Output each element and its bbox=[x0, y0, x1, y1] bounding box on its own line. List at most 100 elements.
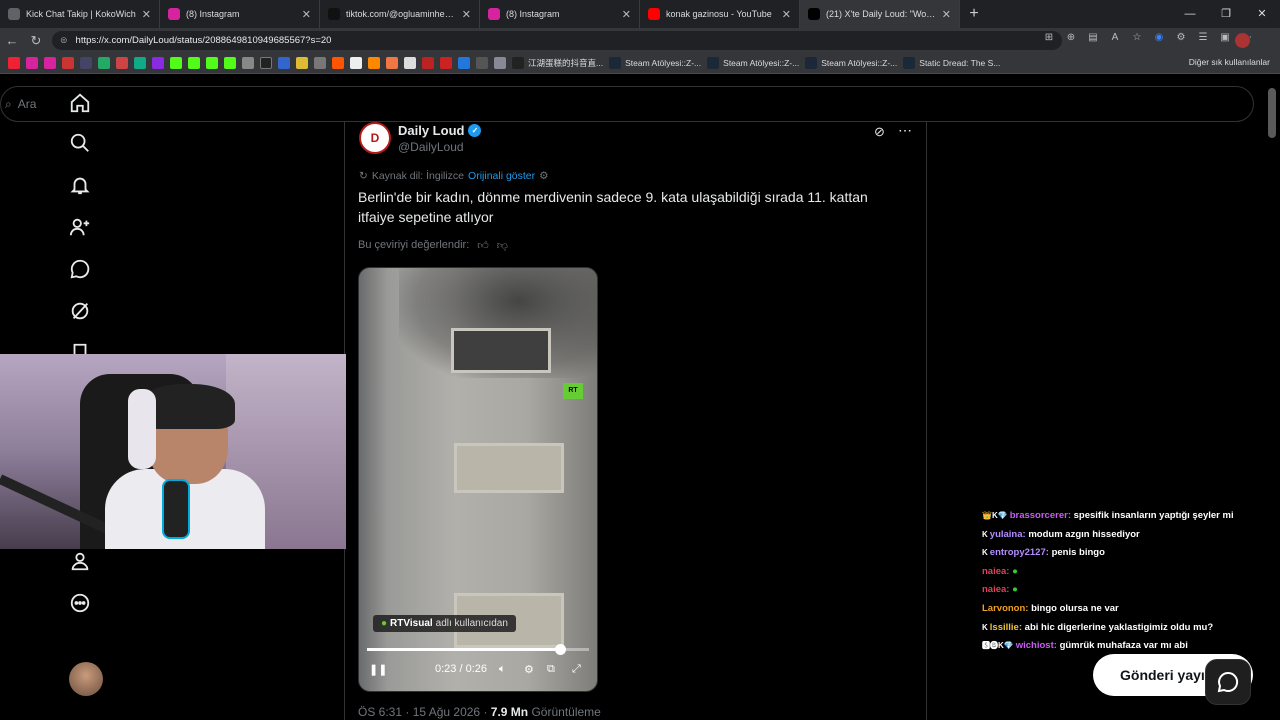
browser-tab[interactable]: Kick Chat Takip | KokoWich ✕ bbox=[0, 0, 160, 28]
microsoft-icon[interactable] bbox=[98, 57, 110, 69]
grok-icon[interactable] bbox=[68, 300, 92, 324]
video-player[interactable]: RT ● RTVisual adlı kullanıcıdan ❚❚ 0:23 … bbox=[358, 267, 598, 692]
search-input[interactable]: ⌕ Ara bbox=[0, 86, 1254, 122]
other-bookmarks[interactable]: Diğer sık kullanılanlar bbox=[1189, 57, 1270, 67]
youtube-icon[interactable] bbox=[62, 57, 74, 69]
bookmark-icon[interactable] bbox=[404, 57, 416, 69]
zoom-icon[interactable]: ⊕ bbox=[1064, 32, 1078, 48]
account-avatar[interactable] bbox=[69, 662, 103, 696]
site-info-icon[interactable]: ⊜ bbox=[60, 35, 68, 46]
close-tab-icon[interactable]: ✕ bbox=[302, 8, 311, 21]
settings-icon[interactable]: ⚙ bbox=[524, 663, 534, 676]
close-window-icon[interactable]: ✕ bbox=[1244, 0, 1280, 28]
headphones bbox=[128, 389, 156, 469]
reload-icon[interactable]: ↻ bbox=[24, 33, 48, 49]
pip-icon[interactable]: ⧉ bbox=[547, 663, 555, 676]
youtube-icon[interactable] bbox=[8, 57, 20, 69]
close-tab-icon[interactable]: ✕ bbox=[942, 8, 951, 21]
profile-icon[interactable] bbox=[68, 550, 92, 574]
more-options-icon[interactable]: ⋯ bbox=[898, 122, 912, 139]
bookmark-icon[interactable] bbox=[296, 57, 308, 69]
explore-icon[interactable] bbox=[68, 132, 92, 156]
bookmark-icon[interactable] bbox=[350, 57, 362, 69]
author-name[interactable]: Daily Loud bbox=[398, 123, 464, 138]
emote-icon: ● bbox=[1012, 565, 1018, 577]
volume-icon[interactable]: 🔈︎ bbox=[499, 663, 506, 676]
show-original-link[interactable]: Orijinali göster bbox=[468, 170, 535, 182]
reader-icon[interactable]: ▤ bbox=[1086, 32, 1100, 48]
new-tab-button[interactable]: + bbox=[960, 5, 988, 23]
restore-icon[interactable]: ❐ bbox=[1208, 0, 1244, 28]
browser-tab[interactable]: (21) X'te Daily Loud: "Woman ✕ bbox=[800, 0, 960, 28]
globe-icon[interactable] bbox=[80, 57, 92, 69]
grok-icon[interactable]: ⊘ bbox=[874, 124, 885, 140]
video-credit[interactable]: ● RTVisual adlı kullanıcıdan bbox=[373, 615, 516, 632]
bookmark-item[interactable]: Steam Atölyesi::Z-... bbox=[707, 57, 799, 69]
bookmark-icon[interactable] bbox=[386, 57, 398, 69]
thumbs-up-icon[interactable]: 👍︎ bbox=[477, 239, 489, 252]
video-progress-bar[interactable] bbox=[367, 644, 589, 655]
instagram-icon[interactable] bbox=[26, 57, 38, 69]
extension-icon[interactable]: ◉ bbox=[1152, 32, 1166, 48]
home-icon[interactable] bbox=[68, 92, 92, 116]
profile-avatar[interactable] bbox=[1235, 33, 1250, 48]
tweet-time[interactable]: ÖS 6:31 bbox=[358, 705, 402, 719]
instagram-icon[interactable] bbox=[44, 57, 56, 69]
pause-icon[interactable]: ❚❚ bbox=[369, 663, 387, 676]
collections-icon[interactable]: ▣ bbox=[1218, 32, 1232, 48]
webcam-overlay bbox=[0, 354, 346, 549]
drive-icon[interactable] bbox=[134, 57, 146, 69]
settings-icon[interactable]: ⚙ bbox=[539, 170, 548, 182]
url-field[interactable]: ⊜ https://x.com/DailyLoud/status/2088649… bbox=[52, 31, 1062, 50]
kick-icon[interactable] bbox=[206, 57, 218, 69]
author-name-row[interactable]: Daily Loud ✓ bbox=[398, 123, 482, 138]
bookmark-icon[interactable] bbox=[278, 57, 290, 69]
browser-tab[interactable]: (8) Instagram ✕ bbox=[480, 0, 640, 28]
bookmark-icon[interactable] bbox=[368, 57, 380, 69]
close-tab-icon[interactable]: ✕ bbox=[782, 8, 791, 21]
extensions-icon[interactable]: ⚙ bbox=[1174, 32, 1188, 48]
bookmark-item[interactable]: Static Dread: The S... bbox=[903, 57, 1000, 69]
bookmark-icon[interactable] bbox=[314, 57, 326, 69]
minimize-icon[interactable]: — bbox=[1172, 0, 1208, 28]
kick-icon[interactable] bbox=[224, 57, 236, 69]
more-icon[interactable] bbox=[68, 592, 92, 616]
read-aloud-icon[interactable]: A bbox=[1108, 32, 1122, 48]
browser-tab[interactable]: tiktok.com/@ogluaminhesap/vide ✕ bbox=[320, 0, 480, 28]
anchor-icon[interactable] bbox=[242, 57, 254, 69]
bookmark-item[interactable]: Steam Atölyesi::Z-... bbox=[805, 57, 897, 69]
browser-tab[interactable]: (8) Instagram ✕ bbox=[160, 0, 320, 28]
twitch-icon[interactable] bbox=[152, 57, 164, 69]
bookmark-item[interactable]: Steam Atölyesi::Z-... bbox=[609, 57, 701, 69]
favorites-bar-icon[interactable]: ☰ bbox=[1196, 32, 1210, 48]
bookmark-icon[interactable] bbox=[494, 57, 506, 69]
messages-icon[interactable] bbox=[68, 258, 92, 282]
close-tab-icon[interactable]: ✕ bbox=[462, 8, 471, 21]
bookmark-icon[interactable] bbox=[440, 57, 452, 69]
tweet-date[interactable]: 15 Ağu 2026 bbox=[413, 705, 480, 719]
kick-icon[interactable] bbox=[188, 57, 200, 69]
browser-tab[interactable]: konak gazinosu - YouTube ✕ bbox=[640, 0, 800, 28]
gmail-icon[interactable] bbox=[116, 57, 128, 69]
bookmark-icon[interactable] bbox=[458, 57, 470, 69]
author-handle[interactable]: @DailyLoud bbox=[398, 140, 464, 154]
bookmark-icon[interactable] bbox=[476, 57, 488, 69]
close-tab-icon[interactable]: ✕ bbox=[622, 8, 631, 21]
x-icon[interactable] bbox=[260, 57, 272, 69]
favorite-icon[interactable]: ☆ bbox=[1130, 32, 1144, 48]
author-avatar[interactable]: D bbox=[359, 122, 391, 154]
thumbs-down-icon[interactable]: 👎︎ bbox=[497, 239, 508, 252]
grok-chat-button[interactable] bbox=[1205, 659, 1251, 705]
kick-icon[interactable] bbox=[170, 57, 182, 69]
follow-icon[interactable] bbox=[68, 216, 92, 240]
apps-icon[interactable]: ⊞ bbox=[1042, 32, 1056, 48]
notifications-icon[interactable] bbox=[68, 174, 92, 198]
bookmark-icon[interactable] bbox=[422, 57, 434, 69]
chat-text: spesifik insanların yaptığı şeyler mi bbox=[1073, 510, 1234, 521]
scrollbar[interactable] bbox=[1268, 88, 1276, 138]
back-icon[interactable]: ← bbox=[0, 33, 24, 48]
bookmark-item[interactable]: 江湖蛋糕的抖音直... bbox=[512, 57, 603, 69]
reddit-icon[interactable] bbox=[332, 57, 344, 69]
close-tab-icon[interactable]: ✕ bbox=[142, 8, 151, 21]
fullscreen-icon[interactable]: ⤢ bbox=[572, 663, 581, 676]
